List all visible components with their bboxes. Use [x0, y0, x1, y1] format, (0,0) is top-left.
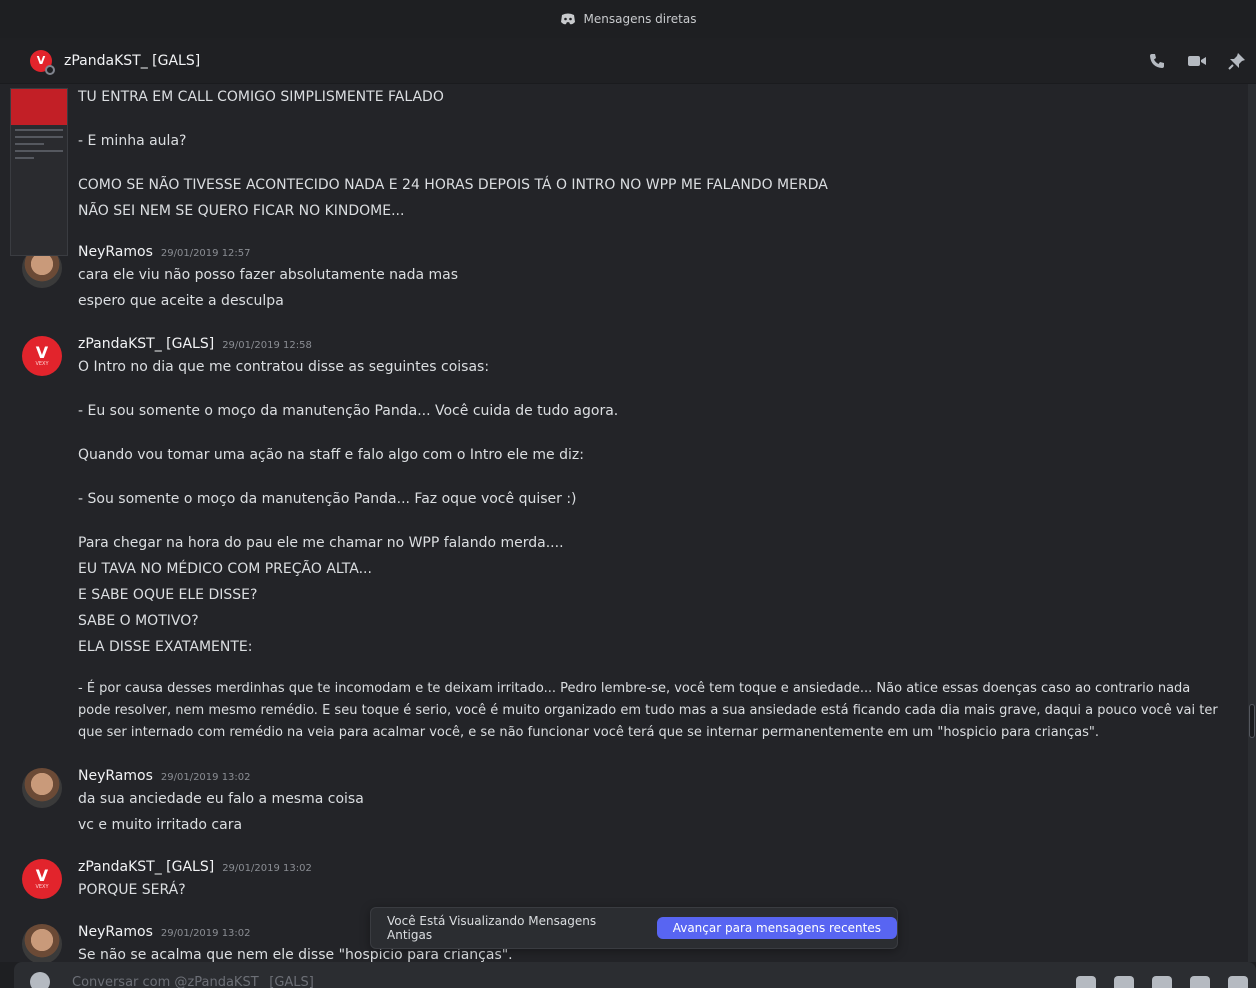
old-messages-bar: Você Está Visualizando Mensagens Antigas…: [370, 907, 898, 949]
message-line: SABE O MOTIVO?: [78, 613, 199, 629]
composer-tools: [1076, 976, 1248, 988]
dm-channel-name[interactable]: zPandaKST_ [GALS]: [64, 53, 200, 69]
message-line: PORQUE SERÁ?: [78, 882, 186, 898]
timestamp: 29/01/2019 12:58: [222, 340, 312, 351]
scrollbar-thumb[interactable]: [1249, 704, 1255, 738]
phone-call-icon[interactable]: [1146, 50, 1168, 72]
emoji-icon[interactable]: [1190, 976, 1210, 988]
message-header: NeyRamos 29/01/2019 13:02: [78, 768, 251, 784]
avatar[interactable]: [22, 924, 62, 962]
avatar[interactable]: V VEXY: [22, 859, 62, 899]
message-line: - Eu sou somente o moço da manutenção Pa…: [78, 403, 619, 419]
avatar[interactable]: V VEXY: [22, 336, 62, 376]
message-line: - Sou somente o moço da manutenção Panda…: [78, 491, 577, 507]
dm-avatar[interactable]: V: [30, 49, 55, 75]
message-header: NeyRamos 29/01/2019 13:02: [78, 924, 251, 940]
message-input[interactable]: Conversar com @zPandaKST_ [GALS]: [72, 975, 314, 988]
message-line: EU TAVA NO MÉDICO COM PREÇÃO ALTA...: [78, 561, 372, 577]
window-titlebar: Mensagens diretas: [0, 0, 1256, 38]
dm-header: V zPandaKST_ [GALS]: [0, 38, 1256, 84]
plus-icon[interactable]: [30, 972, 50, 988]
message-line: - É por causa desses merdinhas que te in…: [78, 681, 1218, 740]
header-toolbar: [1146, 50, 1248, 72]
sticker-icon[interactable]: [1152, 976, 1172, 988]
message-line: da sua anciedade eu falo a mesma coisa: [78, 791, 364, 807]
message-line: - E minha aula?: [78, 133, 187, 149]
message-header: zPandaKST_ [GALS] 29/01/2019 12:58: [78, 336, 312, 352]
message-header: zPandaKST_ [GALS] 29/01/2019 13:02: [78, 859, 312, 875]
timestamp: 29/01/2019 13:02: [222, 863, 312, 874]
timestamp: 29/01/2019 12:57: [160, 248, 251, 259]
timestamp: 29/01/2019 13:02: [160, 772, 251, 783]
timestamp: 29/01/2019 13:02: [160, 928, 251, 939]
video-call-icon[interactable]: [1186, 50, 1208, 72]
username[interactable]: NeyRamos: [78, 768, 153, 784]
message-line: espero que aceite a desculpa: [78, 293, 284, 309]
window-title: Mensagens diretas: [583, 12, 697, 26]
message-line: TU ENTRA EM CALL COMIGO SIMPLISMENTE FAL…: [78, 89, 444, 105]
username[interactable]: zPandaKST_ [GALS]: [78, 336, 214, 352]
message-composer: Conversar com @zPandaKST_ [GALS]: [14, 962, 1256, 988]
message-line: E SABE OQUE ELE DISSE?: [78, 587, 258, 603]
jump-to-present-button[interactable]: Avançar para mensagens recentes: [656, 917, 897, 939]
username[interactable]: zPandaKST_ [GALS]: [78, 859, 214, 875]
old-messages-notice: Você Está Visualizando Mensagens Antigas: [387, 914, 597, 942]
gif-icon[interactable]: [1114, 976, 1134, 988]
username[interactable]: NeyRamos: [78, 924, 153, 940]
message-line: Para chegar na hora do pau ele me chamar…: [78, 535, 564, 551]
message-header: NeyRamos 29/01/2019 12:57: [78, 244, 251, 260]
pin-icon[interactable]: [1226, 50, 1248, 72]
message-line: cara ele viu não posso fazer absolutamen…: [78, 267, 459, 283]
gift-icon[interactable]: [1076, 976, 1096, 988]
message-line: O Intro no dia que me contratou disse as…: [78, 359, 490, 375]
scrollbar[interactable]: [1248, 84, 1256, 962]
message-line: COMO SE NÃO TIVESSE ACONTECIDO NADA E 24…: [78, 177, 828, 193]
message-list[interactable]: TU ENTRA EM CALL COMIGO SIMPLISMENTE FAL…: [0, 84, 1248, 962]
status-indicator: [45, 64, 55, 75]
embedded-image-thumbnail[interactable]: [10, 88, 68, 256]
message-line: ELA DISSE EXATAMENTE:: [78, 639, 253, 655]
discord-icon: [560, 13, 576, 25]
apps-icon[interactable]: [1228, 976, 1248, 988]
message-line: vc e muito irritado cara: [78, 817, 243, 833]
avatar[interactable]: [22, 768, 62, 808]
message-line: NÃO SEI NEM SE QUERO FICAR NO KINDOME...: [78, 203, 405, 219]
message-line: Quando vou tomar uma ação na staff e fal…: [78, 447, 584, 463]
username[interactable]: NeyRamos: [78, 244, 153, 260]
